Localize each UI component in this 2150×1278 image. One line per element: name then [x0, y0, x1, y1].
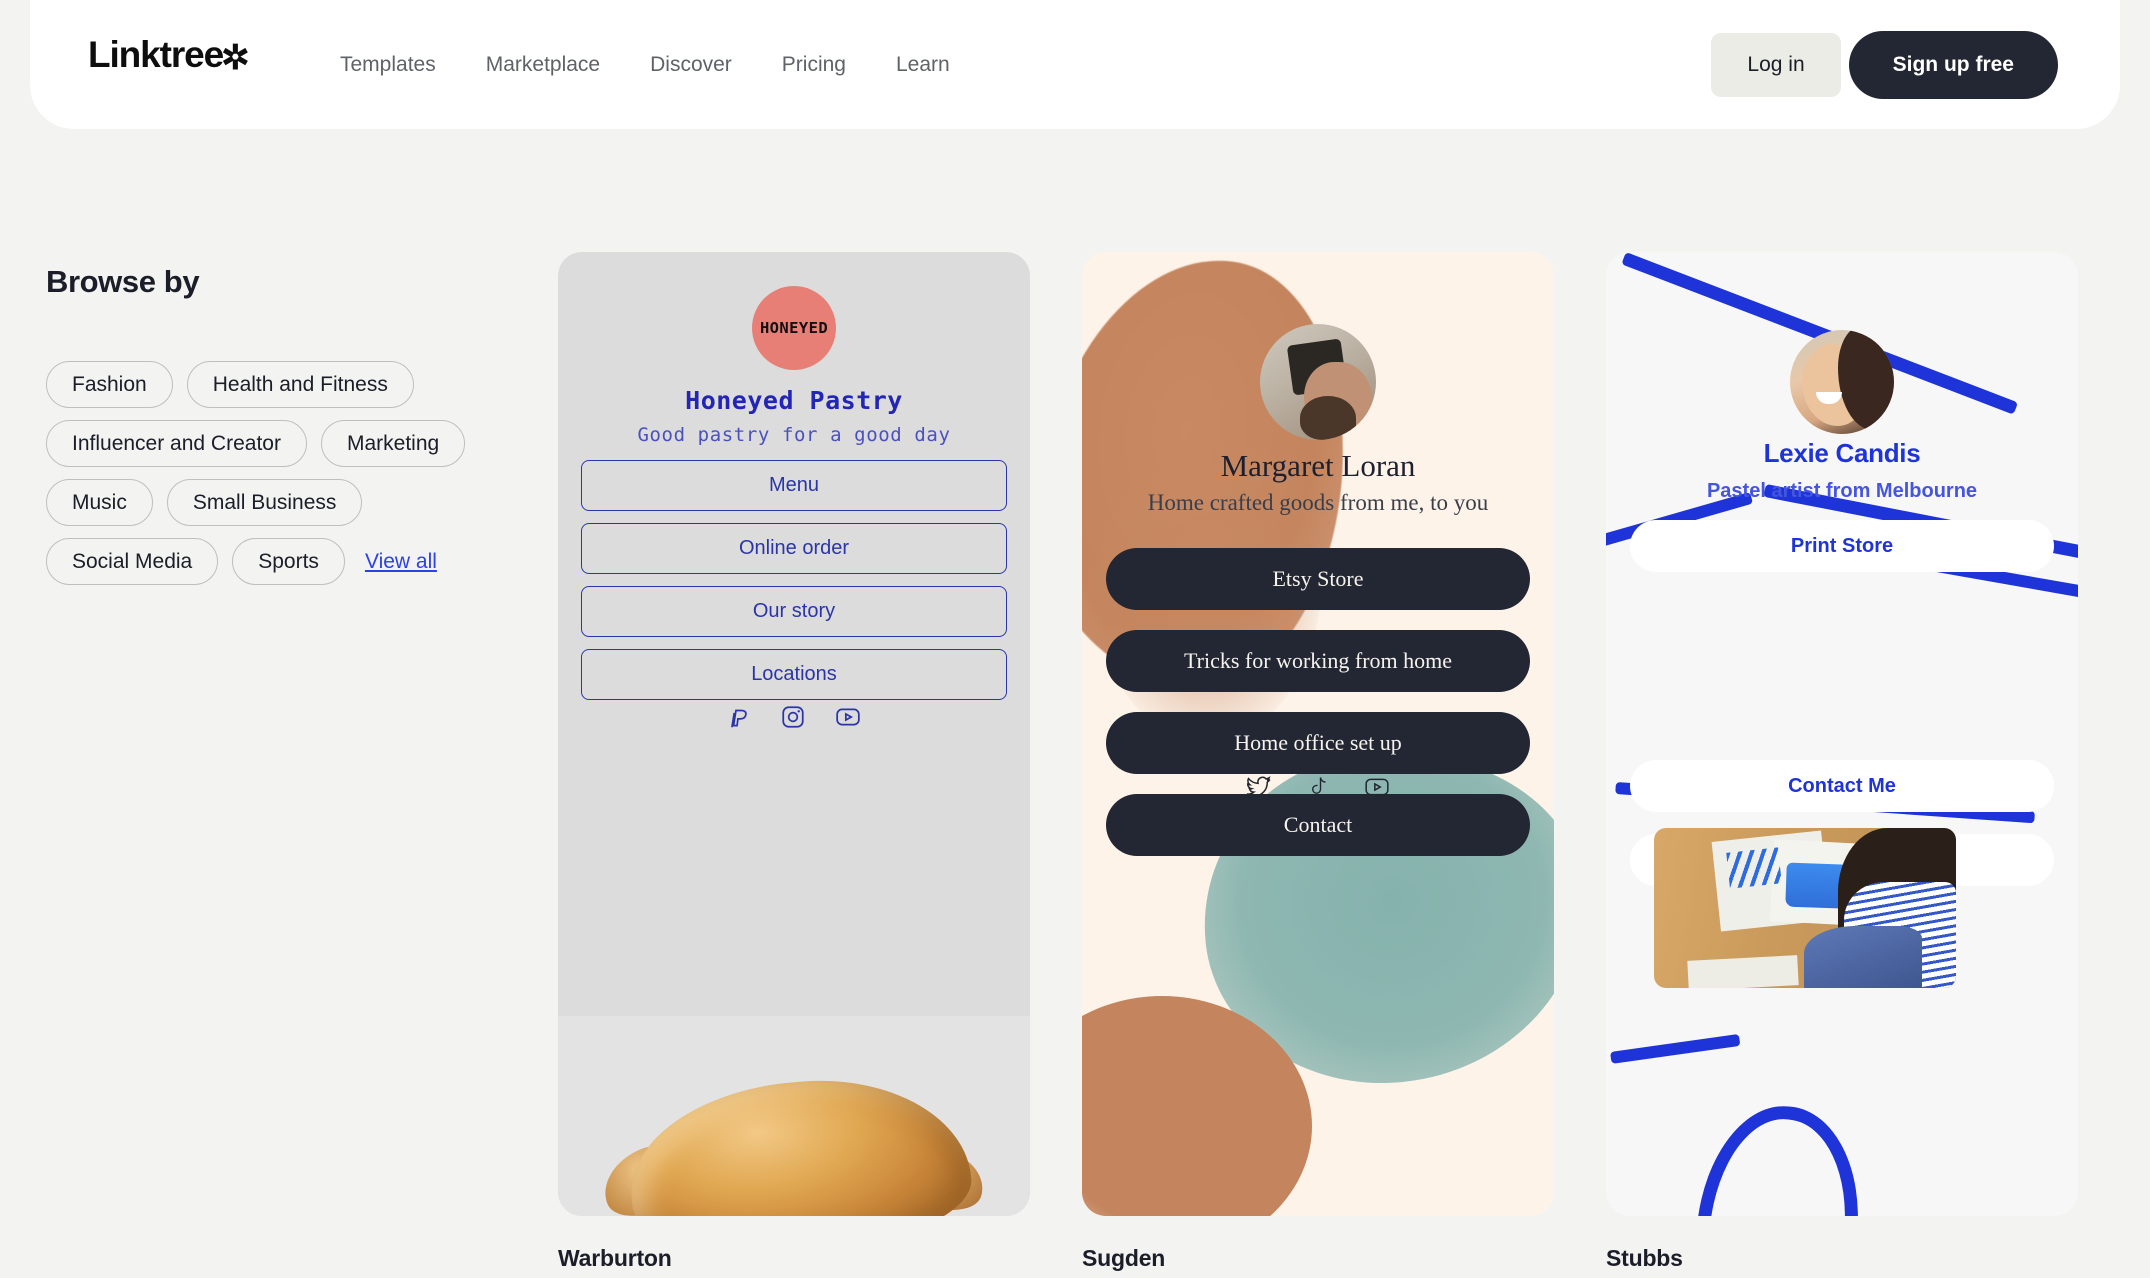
header-actions: Log in Sign up free	[1711, 0, 2058, 129]
category-pill-small-business[interactable]: Small Business	[166, 479, 363, 526]
logo-wordmark: Linktree	[88, 34, 224, 75]
site-header: Linktree ✲ Templates Marketplace Discover…	[30, 0, 2120, 129]
template-card-grid: HONEYED Honeyed Pastry Good pastry for a…	[558, 252, 2078, 1272]
card-caption: Stubbs	[1606, 1245, 1683, 1271]
avatar: HONEYED	[752, 286, 836, 370]
youtube-icon[interactable]	[1362, 774, 1392, 805]
signup-button[interactable]: Sign up free	[1848, 30, 2058, 99]
twitter-icon[interactable]	[1244, 774, 1274, 805]
profile-bio: Pastel artist from Melbourne	[1706, 480, 1978, 502]
template-preview-stubbs[interactable]: Lexie Candis Pastel artist from Melbourn…	[1606, 252, 2078, 1216]
nav-item-marketplace[interactable]: Marketplace	[486, 53, 600, 77]
link-button-tricks-wfh[interactable]: Tricks for working from home	[1106, 630, 1530, 692]
link-button-locations[interactable]: Locations	[581, 649, 1007, 700]
nav-item-pricing[interactable]: Pricing	[782, 53, 846, 77]
social-icon-row	[558, 704, 1030, 735]
avatar	[1260, 324, 1376, 440]
profile-name: Margaret Loran	[1220, 448, 1416, 483]
link-button-contact-me[interactable]: Contact Me	[1630, 760, 2054, 812]
template-card-sugden[interactable]: Margaret Loran Home crafted goods from m…	[1082, 252, 1554, 1272]
link-button-our-story[interactable]: Our story	[581, 586, 1007, 637]
profile-bio: Home crafted goods from me, to you	[1147, 490, 1489, 515]
view-all-link[interactable]: View all	[365, 550, 437, 574]
category-pill-sports[interactable]: Sports	[232, 538, 345, 585]
nav-item-templates[interactable]: Templates	[340, 53, 436, 77]
link-list: Menu Online order Our story Locations	[581, 460, 1007, 712]
browse-by-sidebar: Browse by Fashion Health and Fitness Inf…	[46, 264, 516, 585]
social-icon-row	[1082, 774, 1554, 805]
category-pill-list: Fashion Health and Fitness Influencer an…	[46, 361, 516, 585]
instagram-icon[interactable]	[780, 704, 806, 735]
nav-item-learn[interactable]: Learn	[896, 53, 950, 77]
template-card-stubbs[interactable]: Lexie Candis Pastel artist from Melbourn…	[1606, 252, 2078, 1272]
category-pill-social-media[interactable]: Social Media	[46, 538, 219, 585]
profile-bio: Good pastry for a good day	[637, 424, 951, 446]
linktree-logo[interactable]: Linktree ✲	[88, 34, 250, 77]
login-button[interactable]: Log in	[1711, 32, 1841, 97]
template-card-warburton[interactable]: HONEYED Honeyed Pastry Good pastry for a…	[558, 252, 1030, 1272]
template-preview-sugden[interactable]: Margaret Loran Home crafted goods from m…	[1082, 252, 1554, 1216]
avatar-label: HONEYED	[759, 319, 829, 337]
category-pill-health-and-fitness[interactable]: Health and Fitness	[186, 361, 414, 408]
profile-name: Lexie Candis	[1763, 438, 1921, 468]
main-navigation: Templates Marketplace Discover Pricing L…	[340, 0, 950, 129]
category-pill-influencer-and-creator[interactable]: Influencer and Creator	[46, 420, 307, 467]
paypal-icon[interactable]	[726, 704, 752, 735]
blue-ellipse-doodle	[1686, 1098, 1870, 1216]
link-button-print-store[interactable]: Print Store	[1630, 520, 2054, 572]
avatar	[1790, 330, 1894, 434]
croissant-photo	[558, 1016, 1030, 1216]
tiktok-icon[interactable]	[1306, 774, 1330, 805]
category-pill-fashion[interactable]: Fashion	[46, 361, 173, 408]
link-button-etsy-store[interactable]: Etsy Store	[1106, 548, 1530, 610]
link-list: Print Store Contact Me Brands I love	[1630, 520, 2054, 988]
link-button-home-office[interactable]: Home office set up	[1106, 712, 1530, 774]
blue-brush-stroke	[1610, 1033, 1741, 1064]
link-button-menu[interactable]: Menu	[581, 460, 1007, 511]
youtube-icon[interactable]	[834, 704, 862, 735]
nav-item-discover[interactable]: Discover	[650, 53, 732, 77]
link-button-online-order[interactable]: Online order	[581, 523, 1007, 574]
card-caption: Warburton	[558, 1245, 672, 1271]
template-preview-warburton[interactable]: HONEYED Honeyed Pastry Good pastry for a…	[558, 252, 1030, 1216]
browse-by-title: Browse by	[46, 264, 200, 299]
category-pill-music[interactable]: Music	[46, 479, 153, 526]
artwork-photo-embed	[1654, 828, 1956, 988]
link-list: Etsy Store Tricks for working from home …	[1106, 548, 1530, 876]
card-caption: Sugden	[1082, 1245, 1166, 1271]
profile-name: Honeyed Pastry	[685, 386, 903, 415]
category-pill-marketing[interactable]: Marketing	[320, 420, 466, 467]
asterisk-icon: ✲	[221, 39, 250, 77]
